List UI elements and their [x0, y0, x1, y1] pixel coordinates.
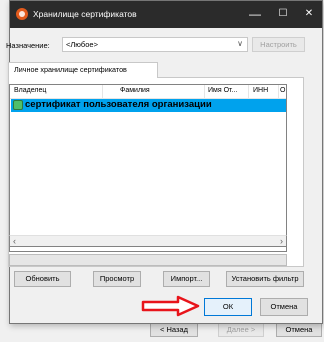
certificate-list[interactable]: Владелец Фамилия Имя От... ИНН ОГ сертиф… — [9, 84, 287, 252]
column-name[interactable]: Имя От... — [208, 87, 237, 94]
tab-personal-store[interactable]: Личное хранилище сертификатов — [8, 62, 158, 78]
column-inn[interactable]: ИНН — [253, 87, 268, 94]
scroll-left-icon[interactable]: ‹ — [13, 236, 16, 246]
chevron-down-icon: ∨ — [237, 39, 243, 48]
horizontal-scrollbar[interactable]: ‹ › — [9, 235, 287, 247]
column-surname[interactable]: Фамилия — [120, 87, 150, 94]
maximize-icon[interactable]: ☐ — [276, 7, 290, 21]
purpose-label: Назначение: — [6, 41, 50, 50]
set-filter-button[interactable]: Установить фильтр — [226, 271, 304, 287]
view-button[interactable]: Просмотр — [93, 271, 141, 287]
title-bar: Хранилище сертификатов — ☐ ✕ — [10, 1, 322, 28]
table-row[interactable]: сертификат пользователя организации — [11, 99, 286, 112]
cancel-button[interactable]: Отмена — [260, 298, 308, 316]
close-icon[interactable]: ✕ — [302, 7, 316, 21]
column-owner[interactable]: Владелец — [14, 87, 46, 94]
list-header: Владелец Фамилия Имя От... ИНН ОГ — [10, 85, 286, 99]
column-separator — [248, 85, 249, 98]
column-separator — [278, 85, 279, 98]
certificate-icon — [13, 100, 23, 110]
minimize-icon[interactable]: — — [248, 7, 262, 21]
next-button[interactable]: Далее > — [218, 322, 264, 337]
import-button[interactable]: Импорт... — [163, 271, 210, 287]
refresh-button[interactable]: Обновить — [14, 271, 71, 287]
red-arrow-icon — [141, 295, 200, 317]
window-title: Хранилище сертификатов — [33, 9, 137, 19]
row-owner: сертификат пользователя организации — [25, 99, 212, 110]
column-separator — [204, 85, 205, 98]
purpose-select[interactable]: <Любое> ∨ — [62, 37, 248, 52]
back-button[interactable]: < Назад — [150, 322, 198, 337]
purpose-value: <Любое> — [66, 40, 98, 49]
configure-button[interactable]: Настроить — [252, 37, 305, 52]
ok-button[interactable]: ОК — [204, 298, 252, 316]
column-ogrn[interactable]: ОГ — [280, 87, 286, 94]
app-icon — [16, 8, 28, 20]
scroll-right-icon[interactable]: › — [280, 236, 283, 246]
background-cancel-button[interactable]: Отмена — [276, 322, 322, 337]
column-separator — [102, 85, 103, 98]
progress-bar — [9, 254, 287, 266]
